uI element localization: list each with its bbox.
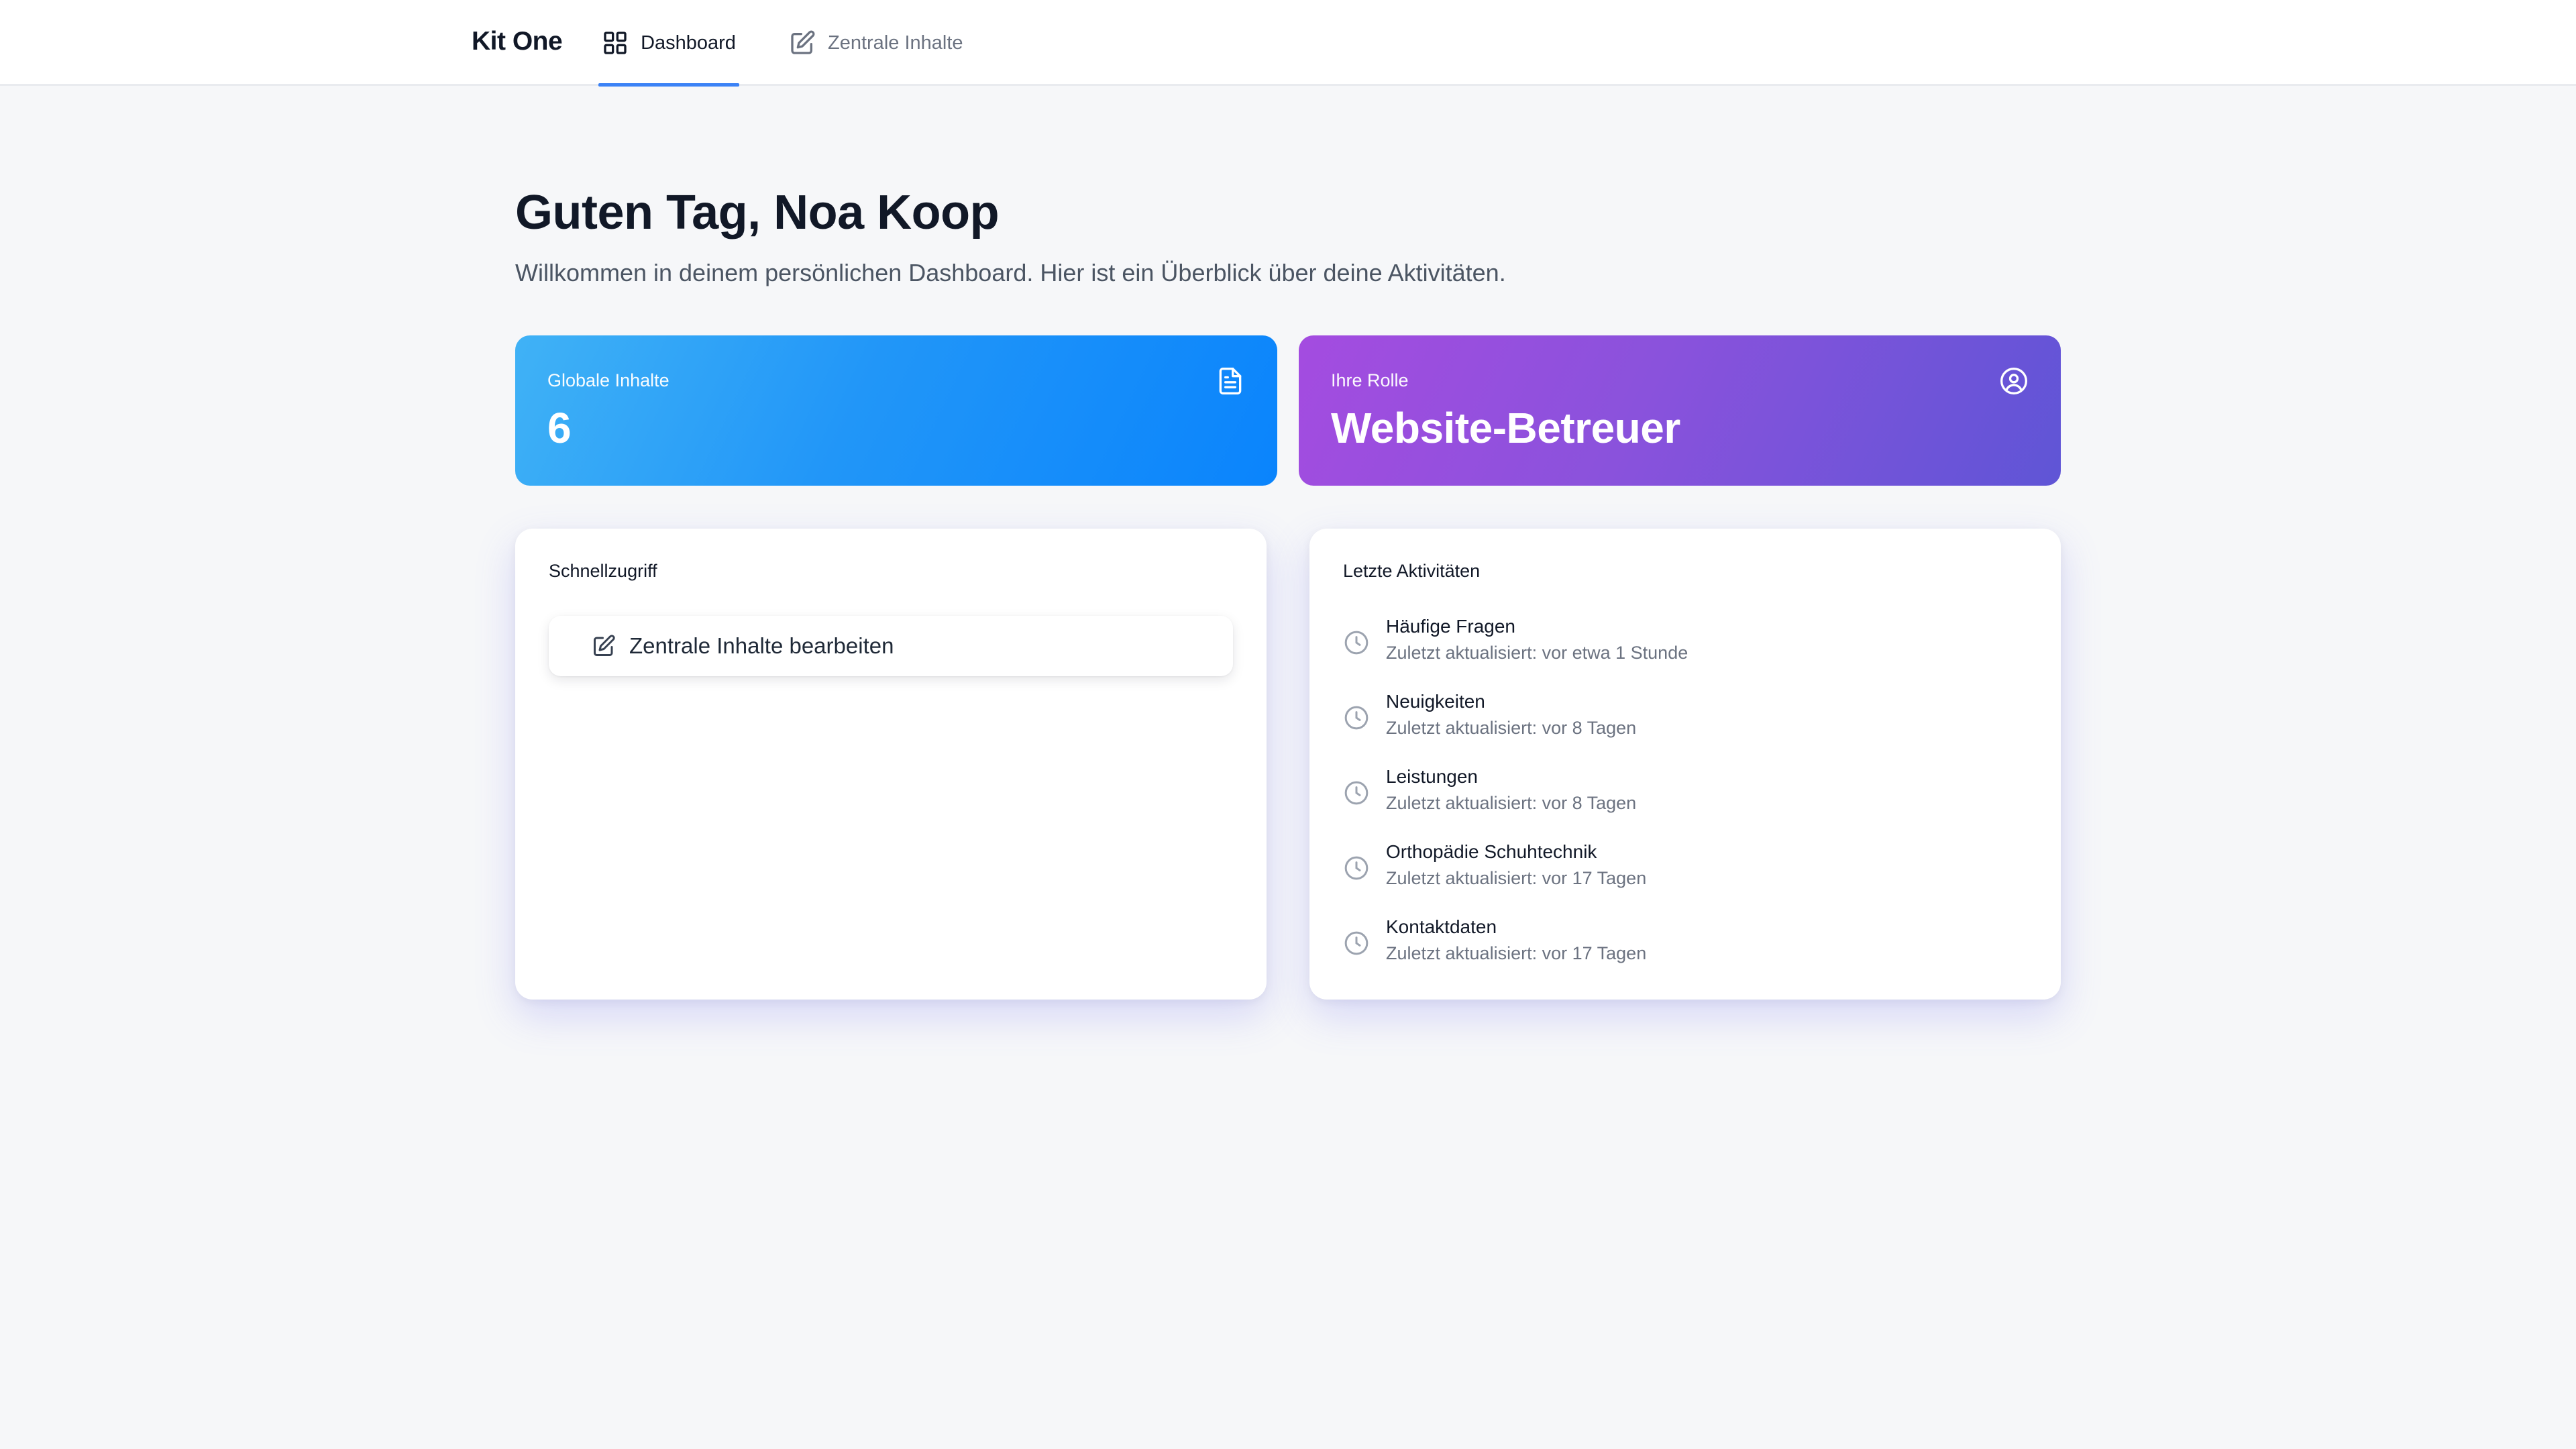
tab-zentrale-inhalte[interactable]: Zentrale Inhalte bbox=[789, 0, 963, 86]
grid-icon bbox=[604, 32, 627, 54]
user-circle-icon bbox=[2000, 368, 2027, 394]
activity-timestamp: Zuletzt aktualisiert: vor 8 Tagen bbox=[1386, 793, 1637, 813]
list-item[interactable]: Kontaktdaten Zuletzt aktualisiert: vor 1… bbox=[1343, 915, 2027, 990]
activity-list: Häufige Fragen Zuletzt aktualisiert: vor… bbox=[1343, 614, 2027, 990]
clock-icon bbox=[1344, 781, 1368, 805]
activity-title: Leistungen bbox=[1386, 766, 1479, 787]
list-item[interactable]: Orthopädie Schuhtechnik Zuletzt aktualis… bbox=[1343, 840, 2027, 915]
activity-timestamp: Zuletzt aktualisiert: vor 17 Tagen bbox=[1386, 943, 1647, 963]
quick-access-panel: Schnellzugriff Zentrale Inhalte bearbeit… bbox=[515, 529, 1267, 1000]
activity-title: Neuigkeiten bbox=[1386, 691, 1485, 712]
stat-value: Website-Betreuer bbox=[1331, 404, 1680, 452]
activity-timestamp: Zuletzt aktualisiert: vor 17 Tagen bbox=[1386, 868, 1647, 888]
tab-zentrale-inhalte-label: Zentrale Inhalte bbox=[828, 32, 963, 54]
edit-central-content-label: Zentrale Inhalte bearbeiten bbox=[629, 633, 894, 658]
top-navigation-bar: Kit One Dashboard Zentrale Inhalte bbox=[0, 0, 2576, 87]
stat-card-global-content: Globale Inhalte 6 bbox=[515, 335, 1277, 486]
edit-icon bbox=[791, 30, 815, 54]
activity-title: Häufige Fragen bbox=[1386, 616, 1516, 637]
activity-timestamp: Zuletzt aktualisiert: vor etwa 1 Stunde bbox=[1386, 643, 1688, 663]
panel-title: Letzte Aktivitäten bbox=[1343, 561, 1481, 581]
stat-value: 6 bbox=[547, 404, 572, 452]
edit-icon bbox=[594, 635, 615, 656]
activity-title: Kontaktdaten bbox=[1386, 916, 1497, 937]
list-item[interactable]: Neuigkeiten Zuletzt aktualisiert: vor 8 … bbox=[1343, 690, 2027, 765]
activity-timestamp: Zuletzt aktualisiert: vor 8 Tagen bbox=[1386, 718, 1637, 738]
clock-icon bbox=[1344, 631, 1368, 655]
clock-icon bbox=[1344, 931, 1368, 955]
brand-logo[interactable]: Kit One bbox=[472, 27, 563, 56]
page-title: Guten Tag, Noa Koop bbox=[515, 186, 1000, 239]
clock-icon bbox=[1344, 706, 1368, 730]
tab-dashboard-label: Dashboard bbox=[641, 32, 736, 54]
list-item[interactable]: Leistungen Zuletzt aktualisiert: vor 8 T… bbox=[1343, 765, 2027, 840]
list-item[interactable]: Häufige Fragen Zuletzt aktualisiert: vor… bbox=[1343, 614, 2027, 690]
activity-title: Orthopädie Schuhtechnik bbox=[1386, 841, 1597, 862]
clock-icon bbox=[1344, 856, 1368, 880]
edit-central-content-button[interactable]: Zentrale Inhalte bearbeiten bbox=[549, 616, 1233, 676]
panel-title: Schnellzugriff bbox=[549, 561, 657, 581]
document-icon bbox=[1219, 368, 1242, 394]
stat-card-role: Ihre Rolle Website-Betreuer bbox=[1299, 335, 2061, 486]
tab-dashboard[interactable]: Dashboard bbox=[598, 0, 739, 87]
recent-activity-panel: Letzte Aktivitäten Häufige Fragen Zuletz… bbox=[1309, 529, 2061, 1000]
stat-label: Globale Inhalte bbox=[547, 370, 669, 390]
stat-label: Ihre Rolle bbox=[1331, 370, 1409, 390]
page-subtitle: Willkommen in deinem persönlichen Dashbo… bbox=[515, 259, 1506, 286]
